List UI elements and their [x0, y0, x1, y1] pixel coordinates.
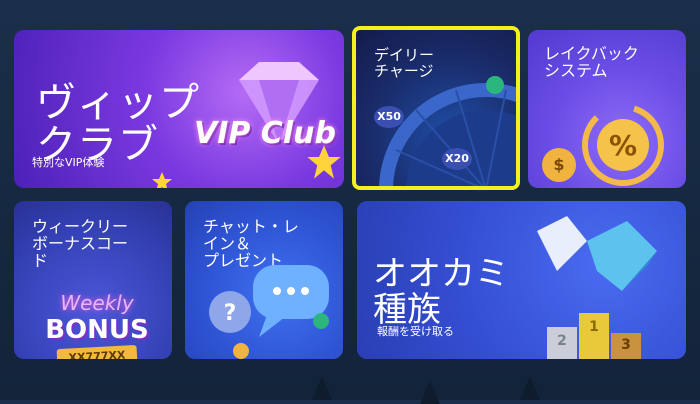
star-icon — [304, 142, 344, 186]
vip-subtitle: 特別なVIP体験 — [32, 156, 105, 169]
dollar-coin-icon: $ — [542, 148, 576, 182]
tree-decoration — [420, 380, 440, 404]
daily-charge-tile[interactable]: デイリー チャージ X50 X20 — [352, 26, 520, 190]
rakeback-title: レイクバック システム — [544, 44, 639, 80]
percent-coin-icon: % — [578, 100, 668, 188]
rakeback-tile[interactable]: レイクバック システム % $ — [528, 30, 686, 188]
bonus-label: BONUS — [45, 315, 149, 345]
coin-icon — [233, 343, 249, 359]
x20-badge: X20 — [442, 148, 472, 170]
wheel-icon — [376, 80, 516, 186]
weekly-bonus-art: Weekly BONUS XX777XX — [38, 291, 156, 359]
tree-decoration — [312, 376, 332, 400]
weekly-bonus-code-tile[interactable]: ウィークリー ボーナスコー ド Weekly BONUS XX777XX — [14, 201, 172, 359]
question-bubble-icon: ? — [205, 287, 255, 341]
coin-icon — [313, 313, 329, 329]
x50-badge: X50 — [374, 106, 404, 128]
podium-second: 2 — [547, 327, 577, 359]
bonus-code: XX777XX — [56, 344, 138, 359]
star-icon — [150, 170, 174, 188]
wolf-tribe-tile[interactable]: オオカミ 種族 報酬を受け取る 2 1 3 — [357, 201, 686, 359]
chat-bubble-icon — [245, 261, 335, 345]
podium-first: 1 — [579, 313, 609, 359]
podium-third: 3 — [611, 333, 641, 359]
tree-decoration — [520, 376, 540, 400]
daily-title: デイリー チャージ — [374, 46, 435, 80]
coin-icon — [486, 76, 504, 94]
wolf-subtitle: 報酬を受け取る — [377, 325, 454, 338]
wolf-title: オオカミ 種族 — [373, 254, 509, 330]
svg-text:?: ? — [224, 301, 237, 326]
weekly-title: ウィークリー ボーナスコー ド — [32, 217, 129, 270]
vip-club-tile[interactable]: VIP Club ヴィップ クラブ 特別なVIP体験 — [14, 30, 344, 188]
podium: 2 1 3 — [547, 313, 641, 359]
weekly-label: Weekly — [60, 291, 134, 315]
wolf-head-icon — [527, 211, 667, 305]
chat-rain-present-tile[interactable]: チャット・レ イン＆ プレゼント ? — [185, 201, 343, 359]
svg-text:%: % — [609, 129, 637, 162]
